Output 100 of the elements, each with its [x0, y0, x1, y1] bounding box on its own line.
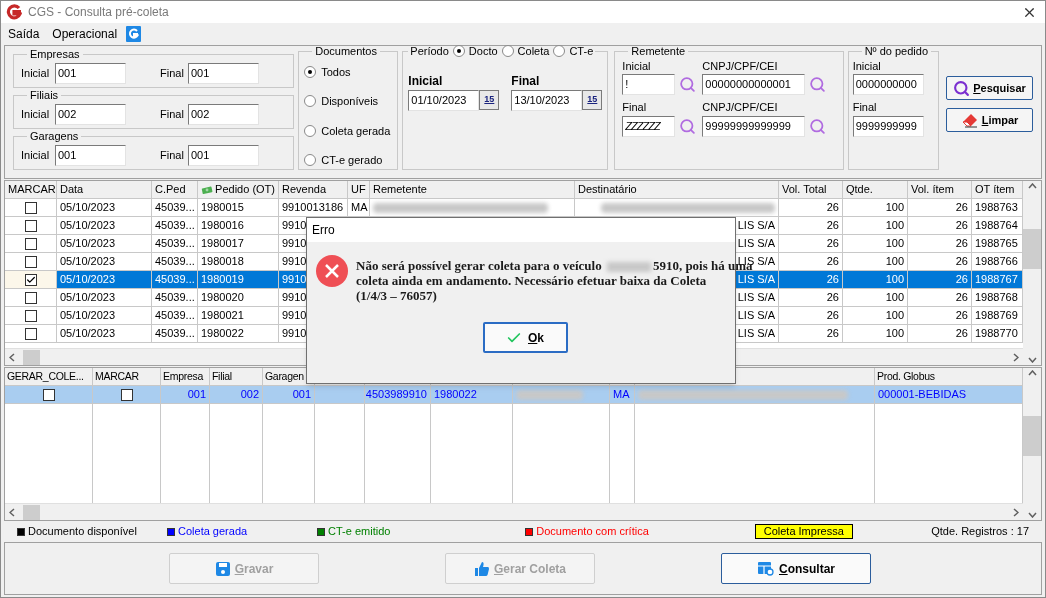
table-cell: 05/10/2023 [57, 235, 152, 253]
column-header[interactable]: Vol. ítem [908, 181, 972, 199]
table-cell: 45039... [152, 199, 198, 217]
table-cell: 05/10/2023 [57, 289, 152, 307]
radio-label[interactable]: Todos [321, 63, 351, 80]
table-cell: 1980019 [198, 271, 279, 289]
legend-label: Coleta Impressa [754, 524, 853, 539]
input-field[interactable]: 0000000000 [852, 74, 924, 95]
input-field[interactable]: 002 [55, 103, 126, 125]
table-cell: 26 [779, 307, 843, 325]
table-cell: 1980015 [198, 199, 279, 217]
column-header[interactable]: OT ítem [972, 181, 1023, 199]
column-header[interactable]: Data [57, 181, 152, 199]
group-label: Filiais [29, 88, 60, 103]
column-header[interactable]: Filial [210, 368, 263, 386]
table-cell: 000001-BEBIDAS [875, 386, 1023, 404]
input-field[interactable]: 001 [188, 62, 259, 84]
table-cell: 1980020 [198, 289, 279, 307]
table-cell: 1988767 [972, 271, 1023, 289]
input-field[interactable]: 13/10/2023 [511, 89, 583, 111]
table-cell: 1980022 [198, 325, 279, 343]
legend-label: Documento com crítica [536, 524, 649, 540]
column-header[interactable]: Qtde. [843, 181, 908, 199]
ok-button[interactable]: Ok [482, 322, 568, 353]
table-cell: 100 [843, 199, 908, 217]
table-cell: 001 [161, 386, 210, 404]
calendar-button[interactable]: 15 [582, 90, 603, 110]
column-header[interactable]: UF [348, 181, 370, 199]
table-cell: 45039... [152, 307, 198, 325]
radio-label[interactable]: CT-e gerado [321, 152, 383, 169]
column-header[interactable]: Vol. Total [779, 181, 843, 199]
column-header[interactable]: Pedido (OT) [198, 181, 279, 199]
table-cell: 26 [908, 217, 972, 235]
column-header[interactable]: Prod. Globus [875, 368, 1023, 386]
table-cell: 05/10/2023 [57, 217, 152, 235]
radio-label[interactable]: Docto [468, 43, 498, 60]
column-header[interactable]: C.Ped [152, 181, 198, 199]
column-header[interactable]: Empresa [161, 368, 210, 386]
column-header[interactable]: Revenda [279, 181, 348, 199]
group-label: Garagens [29, 129, 80, 144]
field-label: Inicial [408, 72, 444, 90]
field-label: CNPJ/CPF/CEI [702, 100, 779, 115]
table-cell: 001 [263, 386, 315, 404]
input-field[interactable]: ! [622, 74, 676, 95]
input-field[interactable]: 002 [188, 103, 259, 125]
table-cell: 45039... [152, 217, 198, 235]
table-cell: 1980016 [198, 217, 279, 235]
column-header[interactable]: GERAR_COLE... [5, 368, 93, 386]
search-button[interactable]: Pesquisar [946, 76, 1033, 100]
table-cell: 26 [908, 289, 972, 307]
column-header[interactable]: MARCAR [5, 181, 57, 199]
radio-label[interactable]: Coleta [517, 43, 550, 60]
input-field[interactable]: 01/10/2023 [408, 89, 480, 111]
table-cell: 4503989910 [365, 386, 431, 404]
field-label: Final [511, 72, 541, 90]
table-cell: 100 [843, 289, 908, 307]
field-label: Final [852, 100, 878, 115]
table-cell: 100 [843, 325, 908, 343]
menu-item[interactable]: Saída [8, 25, 40, 43]
table-cell: 26 [779, 235, 843, 253]
input-field[interactable]: 9999999999 [852, 115, 924, 137]
table-cell: 45039... [152, 271, 198, 289]
table-cell: 26 [908, 325, 972, 343]
clear-button[interactable]: Limpar [946, 108, 1033, 132]
query-button[interactable]: Consultar [721, 553, 871, 584]
table-cell: 1980021 [198, 307, 279, 325]
field-label: Inicial [21, 106, 51, 122]
field-label: Final [622, 100, 648, 115]
column-header[interactable]: MARCAR [93, 368, 161, 386]
radio-label[interactable]: Coleta gerada [321, 122, 391, 139]
input-field[interactable]: ZZZZZZ [622, 115, 676, 137]
input-field[interactable]: 001 [55, 144, 126, 166]
table-cell: 45039... [152, 235, 198, 253]
table-cell: 26 [908, 199, 972, 217]
table-cell: 05/10/2023 [57, 199, 152, 217]
window-title: CGS - Consulta pré-coleta [28, 4, 170, 21]
table-cell: 05/10/2023 [57, 307, 152, 325]
radio-label[interactable]: Disponíveis [321, 93, 379, 110]
table-cell: 26 [779, 271, 843, 289]
input-field[interactable]: 001 [55, 62, 126, 84]
table-cell: 26 [908, 307, 972, 325]
input-field[interactable]: 99999999999999 [702, 115, 806, 137]
column-header[interactable]: Remetente [370, 181, 575, 199]
field-label: Final [160, 106, 185, 122]
table-cell: 100 [843, 235, 908, 253]
input-field[interactable]: 00000000000001 [702, 74, 806, 95]
menu-item[interactable]: Operacional [52, 25, 118, 43]
table-cell: 26 [779, 199, 843, 217]
calendar-button[interactable]: 15 [479, 90, 500, 110]
table-cell: 05/10/2023 [57, 271, 152, 289]
field-label: Inicial [852, 58, 882, 74]
table-cell: 26 [908, 271, 972, 289]
field-label: Inicial [622, 58, 652, 74]
radio-label[interactable]: CT-e [569, 43, 594, 60]
field-label: Inicial [21, 147, 51, 163]
input-field[interactable]: 001 [188, 144, 259, 166]
table-cell: 05/10/2023 [57, 325, 152, 343]
table-cell: 002 [210, 386, 263, 404]
column-header[interactable]: Destinatário [575, 181, 779, 199]
group-label: Empresas [29, 47, 81, 62]
